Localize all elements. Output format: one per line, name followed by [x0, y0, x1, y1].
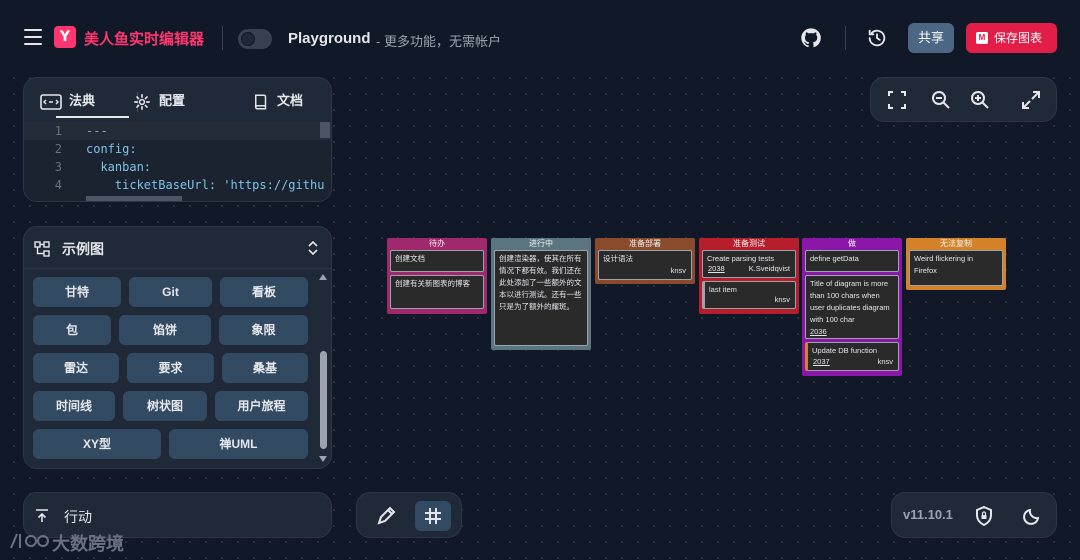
scrollbar-thumb[interactable] [320, 351, 327, 449]
kanban-column-title: 无法复制 [940, 239, 972, 248]
example-radar[interactable]: 雷达 [33, 353, 119, 383]
kanban-card[interactable]: last item knsv [702, 281, 796, 309]
book-icon [255, 94, 267, 110]
code-editor[interactable]: 1 --- 2 config: 3 kanban: 4 ticketBaseUrl:… [24, 122, 331, 201]
code-line: 1 --- [24, 122, 331, 140]
editor-tabs: 法典 配置 文档 [24, 78, 331, 122]
kanban-column: 待办 创建文档 创建有关新图表的博客 [387, 238, 487, 314]
version-label: v11.10.1 [903, 507, 953, 522]
examples-title: 示例图 [62, 241, 104, 257]
grid-toggle-button[interactable] [415, 501, 451, 531]
zoom-controls [870, 77, 1057, 122]
kanban-column-title: 准备部署 [629, 239, 661, 248]
mermaid-logo-icon: Y [54, 26, 76, 48]
example-treemap[interactable]: 树状图 [123, 391, 207, 421]
kanban-column: 准备部署 设计语法 knsv [595, 238, 695, 284]
save-diagram-button[interactable]: M 保存图表 [966, 23, 1057, 53]
github-icon[interactable] [800, 27, 822, 49]
kanban-column: 做 define getData Title of diagram is mor… [802, 238, 902, 376]
active-tab-indicator [56, 116, 129, 118]
zoom-out-icon[interactable] [931, 90, 951, 110]
example-kanban[interactable]: 看板 [220, 277, 308, 307]
kanban-column-title: 准备测试 [733, 239, 765, 248]
examples-scrollbar[interactable] [317, 273, 329, 465]
fit-view-icon[interactable] [888, 91, 906, 109]
kanban-card[interactable]: 创建文档 [390, 250, 484, 272]
kanban-card[interactable]: 设计语法 knsv [598, 250, 692, 280]
code-line: 3 kanban: [54, 160, 152, 174]
kanban-column-title: 做 [848, 239, 856, 248]
fullscreen-icon[interactable] [1021, 90, 1041, 110]
gear-icon [134, 93, 150, 110]
kanban-card[interactable]: Weird flickering in Firefox [909, 250, 1003, 286]
save-diagram-label: 保存图表 [994, 31, 1043, 45]
example-sankey[interactable]: 桑基 [222, 353, 308, 383]
watermark-logo-icon [10, 533, 50, 549]
canvas-tools [356, 492, 462, 538]
tab-config-label: 配置 [159, 93, 186, 108]
zoom-in-icon[interactable] [970, 90, 990, 110]
upload-icon [36, 509, 48, 522]
divider [222, 26, 223, 50]
tab-code[interactable]: 法典 [40, 90, 95, 110]
kanban-card[interactable]: 创建渲染器，使其在所有情况下都有效。我们还在此处添加了一些额外的文本以进行测试。… [494, 250, 588, 346]
dark-mode-moon-icon[interactable] [1023, 507, 1041, 525]
example-pie[interactable]: 馅饼 [119, 315, 211, 345]
tab-config[interactable]: 配置 [132, 90, 185, 111]
privacy-shield-icon[interactable] [975, 506, 993, 526]
collapse-icon[interactable] [307, 240, 319, 256]
kanban-column: 进行中 创建渲染器，使其在所有情况下都有效。我们还在此处添加了一些额外的文本以进… [491, 238, 591, 350]
playground-subtitle: - 更多功能，无需帐户 [376, 34, 501, 49]
playground-toggle[interactable] [238, 29, 272, 49]
menu-icon[interactable] [24, 29, 42, 45]
kanban-card[interactable]: 创建有关新图表的博客 [390, 275, 484, 309]
scroll-up-icon[interactable] [318, 273, 328, 281]
example-timeline[interactable]: 时间线 [33, 391, 115, 421]
kanban-card[interactable]: Title of diagram is more than 100 chars … [805, 275, 899, 339]
code-hscrollbar[interactable] [86, 196, 182, 201]
diagram-icon [34, 241, 50, 257]
kanban-card[interactable]: Create parsing tests 2038 K.Sveidqvist [702, 250, 796, 278]
example-gantt[interactable]: 甘特 [33, 277, 121, 307]
actions-label: 行动 [64, 509, 92, 525]
example-zenuml[interactable]: 禅UML [169, 429, 308, 459]
version-panel: v11.10.1 [891, 492, 1057, 538]
code-line: 2 config: [54, 142, 137, 156]
code-icon [40, 93, 62, 110]
kanban-column-title: 待办 [429, 239, 445, 248]
pan-zoom-pencil-icon[interactable] [376, 506, 396, 526]
example-user-journey[interactable]: 用户旅程 [215, 391, 308, 421]
watermark-text: 大数跨境 [52, 534, 124, 555]
tab-docs[interactable]: 文档 [252, 90, 303, 111]
example-quadrant[interactable]: 象限 [219, 315, 308, 345]
divider [845, 26, 846, 50]
example-xychart[interactable]: XY型 [33, 429, 161, 459]
kanban-column-title: 进行中 [529, 239, 553, 248]
tab-docs-label: 文档 [277, 93, 304, 108]
kanban-card[interactable]: define getData [805, 250, 899, 272]
grid-icon [425, 508, 441, 524]
example-git[interactable]: Git [129, 277, 212, 307]
watermark-logo: 大数跨境 [8, 528, 148, 555]
scroll-down-icon[interactable] [318, 455, 328, 463]
mermaid-mark-icon: M [976, 32, 988, 44]
playground-title: Playground [288, 30, 371, 47]
example-packet[interactable]: 包 [33, 315, 111, 345]
editor-panel: 法典 配置 文档 1 --- 2 config: 3 kanban: 4 ticke… [23, 77, 332, 202]
brand-title: 美人鱼实时编辑器 [84, 30, 205, 48]
example-requirement[interactable]: 要求 [127, 353, 214, 383]
tab-code-label: 法典 [69, 93, 96, 108]
code-line: 4 ticketBaseUrl: 'https://githu [54, 178, 325, 192]
share-button[interactable]: 共享 [908, 23, 954, 53]
examples-panel: 示例图 甘特 Git 看板 包 馅饼 象限 雷达 要求 桑基 时间线 树状图 用… [23, 226, 332, 469]
top-bar: Y 美人鱼实时编辑器 Playground - 更多功能，无需帐户 共享 M 保… [0, 0, 1080, 76]
code-scrollbar[interactable] [320, 122, 330, 138]
history-icon[interactable] [866, 27, 888, 49]
kanban-card[interactable]: Update DB function 2037 knsv [805, 342, 899, 371]
kanban-column: 无法复制 Weird flickering in Firefox [906, 238, 1006, 290]
kanban-column: 准备测试 Create parsing tests 2038 K.Sveidqvis… [699, 238, 799, 314]
examples-header[interactable]: 示例图 [24, 227, 331, 269]
